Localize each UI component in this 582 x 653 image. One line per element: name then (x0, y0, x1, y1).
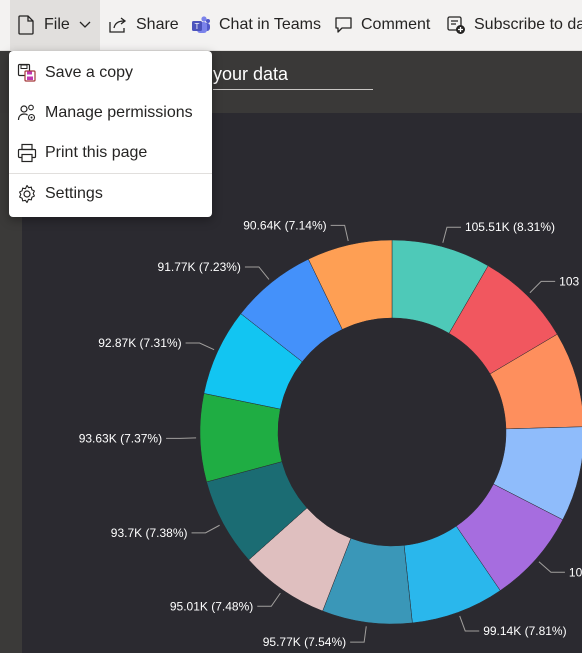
file-menu-button[interactable]: File (10, 0, 100, 50)
donut-slices (199, 239, 582, 625)
gear-icon (17, 184, 37, 204)
printer-icon (17, 143, 37, 163)
manage-permissions-icon (17, 103, 37, 123)
subscribe-button[interactable]: Subscribe to da (446, 0, 582, 50)
slice-data-label: 95.77K (7.54%) (263, 635, 346, 649)
slice-data-label: 93.63K (7.37%) (79, 431, 162, 445)
subscribe-label: Subscribe to da (474, 16, 582, 33)
file-dropdown-menu: Save a copy Manage permissions Print thi… (9, 51, 212, 217)
comment-icon (334, 16, 353, 34)
menu-item-manage-permissions[interactable]: Manage permissions (9, 93, 212, 133)
share-icon (108, 16, 128, 34)
menu-item-print-this-page[interactable]: Print this page (9, 133, 212, 173)
menu-item-label: Print this page (45, 144, 148, 161)
slice-data-label: 95.01K (7.48%) (170, 599, 253, 613)
comment-label: Comment (361, 16, 431, 33)
slice-data-label: 91.77K (7.23%) (158, 260, 241, 274)
leader-line (330, 224, 349, 242)
slice-data-label: 105.51K (8.31%) (465, 220, 555, 234)
subscribe-icon (446, 15, 466, 35)
leader-line (442, 226, 461, 243)
leader-line (459, 615, 480, 632)
leader-line (244, 266, 270, 280)
share-label: Share (136, 16, 179, 33)
menu-item-settings[interactable]: Settings (9, 174, 212, 214)
share-button[interactable]: Share (108, 0, 179, 50)
leader-line (185, 342, 215, 351)
menu-item-label: Settings (45, 185, 103, 202)
save-copy-icon (17, 63, 37, 83)
menu-item-label: Save a copy (45, 64, 134, 81)
file-label: File (44, 16, 70, 33)
leader-line (538, 561, 565, 573)
menu-item-label: Manage permissions (45, 104, 193, 121)
leader-line (350, 626, 367, 643)
top-toolbar: File Share T Chat in Teams Comment Subsc… (0, 0, 582, 51)
leader-line (257, 592, 281, 607)
file-icon (17, 15, 35, 35)
comment-button[interactable]: Comment (334, 0, 430, 50)
slice-data-label: 99.14K (7.81%) (483, 624, 566, 638)
leader-line (191, 524, 220, 534)
menu-item-save-a-copy[interactable]: Save a copy (9, 53, 212, 93)
slice-data-label: 90.64K (7.14%) (243, 218, 326, 232)
slice-data-label: 10 (569, 565, 582, 579)
slice-data-label: 103 (559, 274, 579, 288)
leader-line (529, 280, 556, 294)
teams-icon: T (191, 15, 211, 35)
slice-data-label: 93.7K (7.38%) (111, 526, 188, 540)
svg-text:T: T (195, 22, 200, 31)
teams-label: Chat in Teams (219, 16, 321, 33)
chevron-down-icon (79, 20, 91, 30)
slice-data-label: 92.87K (7.31%) (98, 336, 181, 350)
chat-in-teams-button[interactable]: T Chat in Teams (191, 0, 321, 50)
